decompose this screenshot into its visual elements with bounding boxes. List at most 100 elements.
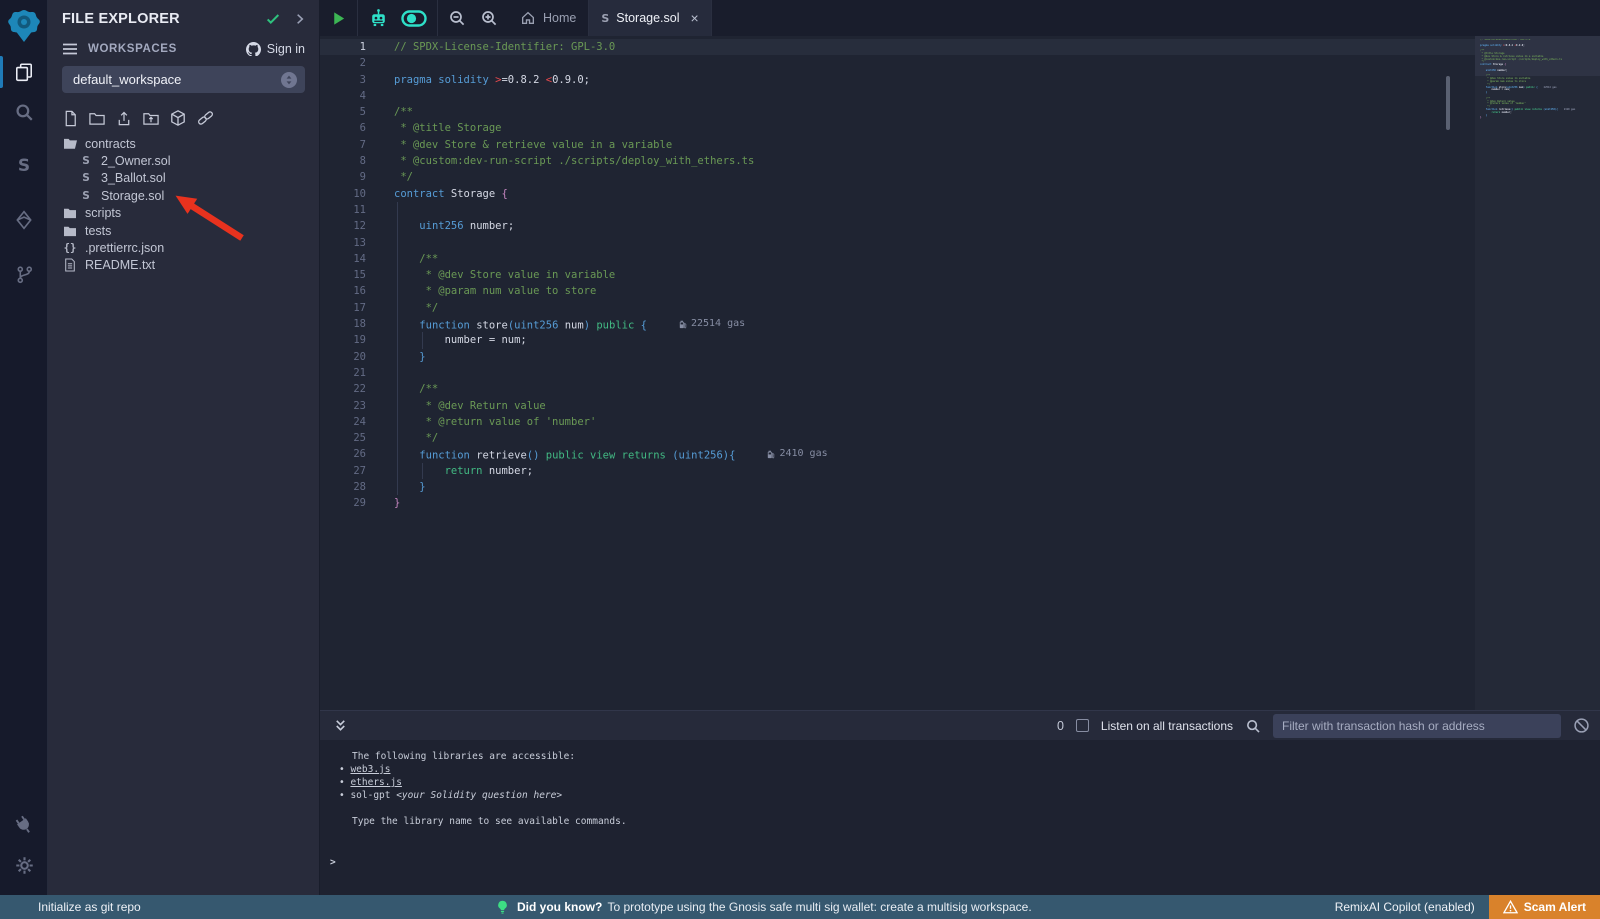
code-line-5: /** [394, 104, 1475, 120]
new-file-icon[interactable] [62, 110, 79, 127]
check-icon [265, 11, 281, 27]
terminal-prompt[interactable]: > [320, 856, 1600, 869]
gas-estimate-annotation: 22514 gas [679, 316, 745, 332]
line-number: 4 [320, 88, 366, 104]
scam-alert-button[interactable]: Scam Alert [1489, 895, 1600, 919]
braces-icon: {} [62, 242, 78, 254]
code-line-9: */ [394, 169, 1475, 185]
library-link-web3-js[interactable]: web3.js [350, 764, 390, 775]
ai-robot-icon[interactable] [368, 8, 389, 29]
listen-all-checkbox[interactable] [1076, 719, 1089, 732]
code-line-17: */ [394, 300, 1475, 316]
init-git-repo-button[interactable]: Initialize as git repo [0, 900, 141, 914]
tree-item-scripts[interactable]: scripts [48, 205, 319, 222]
terminal-blank-line [320, 802, 1600, 815]
code-line-1: // SPDX-License-Identifier: GPL-3.0 [394, 39, 1475, 55]
sign-in-button[interactable]: Sign in [245, 41, 305, 56]
tree-item-label: .prettierrc.json [85, 241, 164, 255]
ban-icon[interactable] [1573, 717, 1590, 734]
copilot-status[interactable]: RemixAI Copilot (enabled) [1335, 900, 1475, 914]
code-line-18: function store(uint256 num) public {2251… [394, 316, 1475, 332]
close-icon[interactable]: × [691, 10, 699, 26]
gas-estimate-annotation: 2410 gas [767, 446, 827, 462]
sol-gpt-hint: <your Solidity question here> [396, 790, 562, 801]
minimap[interactable]: // SPDX-License-Identifier: GPL-3.0pragm… [1475, 36, 1600, 710]
tree-item-tests[interactable]: tests [48, 222, 319, 239]
upload-file-icon[interactable] [115, 110, 133, 127]
code-line-29: } [394, 495, 1475, 511]
upload-folder-icon[interactable] [142, 110, 160, 127]
settings-gear-icon[interactable] [0, 845, 48, 885]
terminal-output[interactable]: The following libraries are accessible:•… [320, 740, 1600, 895]
status-bar: Initialize as git repo Did you know? To … [0, 895, 1600, 919]
remix-logo-icon[interactable] [0, 0, 48, 52]
line-number-gutter: 1234567891011121314151617181920212223242… [320, 39, 374, 512]
file-explorer-icon[interactable] [0, 52, 48, 92]
hamburger-menu-icon[interactable] [62, 42, 78, 56]
solidity-icon: S [601, 12, 609, 25]
search-icon[interactable] [0, 92, 48, 132]
code-line-28: } [394, 479, 1475, 495]
line-number: 2 [320, 55, 366, 71]
file-tree: contractsS2_Owner.solS3_Ballot.solSStora… [48, 133, 319, 274]
solidity-s-glyph: S [18, 156, 30, 176]
plugin-manager-icon[interactable] [0, 805, 48, 845]
code-line-14: /** [394, 251, 1475, 267]
deploy-run-icon[interactable] [0, 200, 48, 240]
line-number: 6 [320, 120, 366, 136]
play-icon[interactable] [330, 10, 347, 27]
line-number: 15 [320, 267, 366, 283]
library-link-ethers-js[interactable]: ethers.js [350, 777, 401, 788]
tree-item-contracts[interactable]: contracts [48, 135, 319, 152]
sort-circle-icon[interactable] [281, 72, 297, 88]
tree-item-storage-sol[interactable]: SStorage.sol [48, 187, 319, 204]
lightbulb-icon [495, 899, 510, 915]
folder-icon [62, 207, 78, 219]
solidity-icon: S [78, 172, 94, 184]
tree-item-label: contracts [85, 137, 136, 151]
line-number: 19 [320, 332, 366, 348]
transaction-filter-input[interactable] [1273, 714, 1561, 738]
tab-home[interactable]: Home [508, 0, 588, 36]
cube-icon[interactable] [169, 109, 187, 127]
link-icon[interactable] [196, 109, 215, 127]
line-number: 26 [320, 446, 366, 462]
file-text-icon [62, 258, 78, 272]
line-number: 1 [320, 39, 366, 55]
line-number: 14 [320, 251, 366, 267]
code-line-29: } [1480, 117, 1598, 120]
terminal-text-line: Type the library name to see available c… [320, 815, 1600, 828]
editor-tabbar: Home S Storage.sol × [320, 0, 1600, 36]
toggle-icon[interactable] [401, 9, 427, 28]
did-you-know-tip: Did you know? To prototype using the Gno… [495, 899, 1032, 915]
code-line-21 [394, 365, 1475, 381]
tip-text: To prototype using the Gnosis safe multi… [607, 900, 1031, 914]
line-number: 24 [320, 414, 366, 430]
solidity-compiler-icon[interactable]: S [0, 146, 48, 186]
code-line-12: uint256 number; [394, 218, 1475, 234]
zoom-out-icon[interactable] [448, 9, 466, 27]
zoom-in-icon[interactable] [480, 9, 498, 27]
line-number: 25 [320, 430, 366, 446]
code-line-2 [394, 55, 1475, 71]
tree-item--prettierrc-json[interactable]: {} .prettierrc.json [48, 239, 319, 256]
editor-scrollbar[interactable] [1446, 76, 1450, 130]
double-chevron-down-icon[interactable] [333, 718, 348, 734]
tree-item-readme-txt[interactable]: README.txt [48, 257, 319, 274]
chevron-right-icon[interactable] [293, 12, 307, 26]
tab-home-label: Home [543, 11, 576, 25]
folder-icon [62, 225, 78, 237]
tree-item-2-owner-sol[interactable]: S2_Owner.sol [48, 152, 319, 169]
tree-item-3-ballot-sol[interactable]: S3_Ballot.sol [48, 170, 319, 187]
code-editor[interactable]: 1234567891011121314151617181920212223242… [320, 36, 1600, 710]
listen-all-label: Listen on all transactions [1101, 719, 1233, 733]
file-actions-toolbar [48, 93, 319, 133]
new-folder-icon[interactable] [88, 110, 106, 127]
workspace-selector[interactable]: default_workspace [62, 66, 305, 93]
main-area: Home S Storage.sol × 1234567891011121314… [320, 0, 1600, 895]
tab-storage-sol[interactable]: S Storage.sol × [589, 0, 710, 36]
folder-open-icon [62, 137, 78, 150]
status-bar-right: RemixAI Copilot (enabled) Scam Alert [1335, 895, 1600, 919]
transaction-count-badge: 0 [1057, 719, 1064, 733]
git-icon[interactable] [0, 254, 48, 294]
